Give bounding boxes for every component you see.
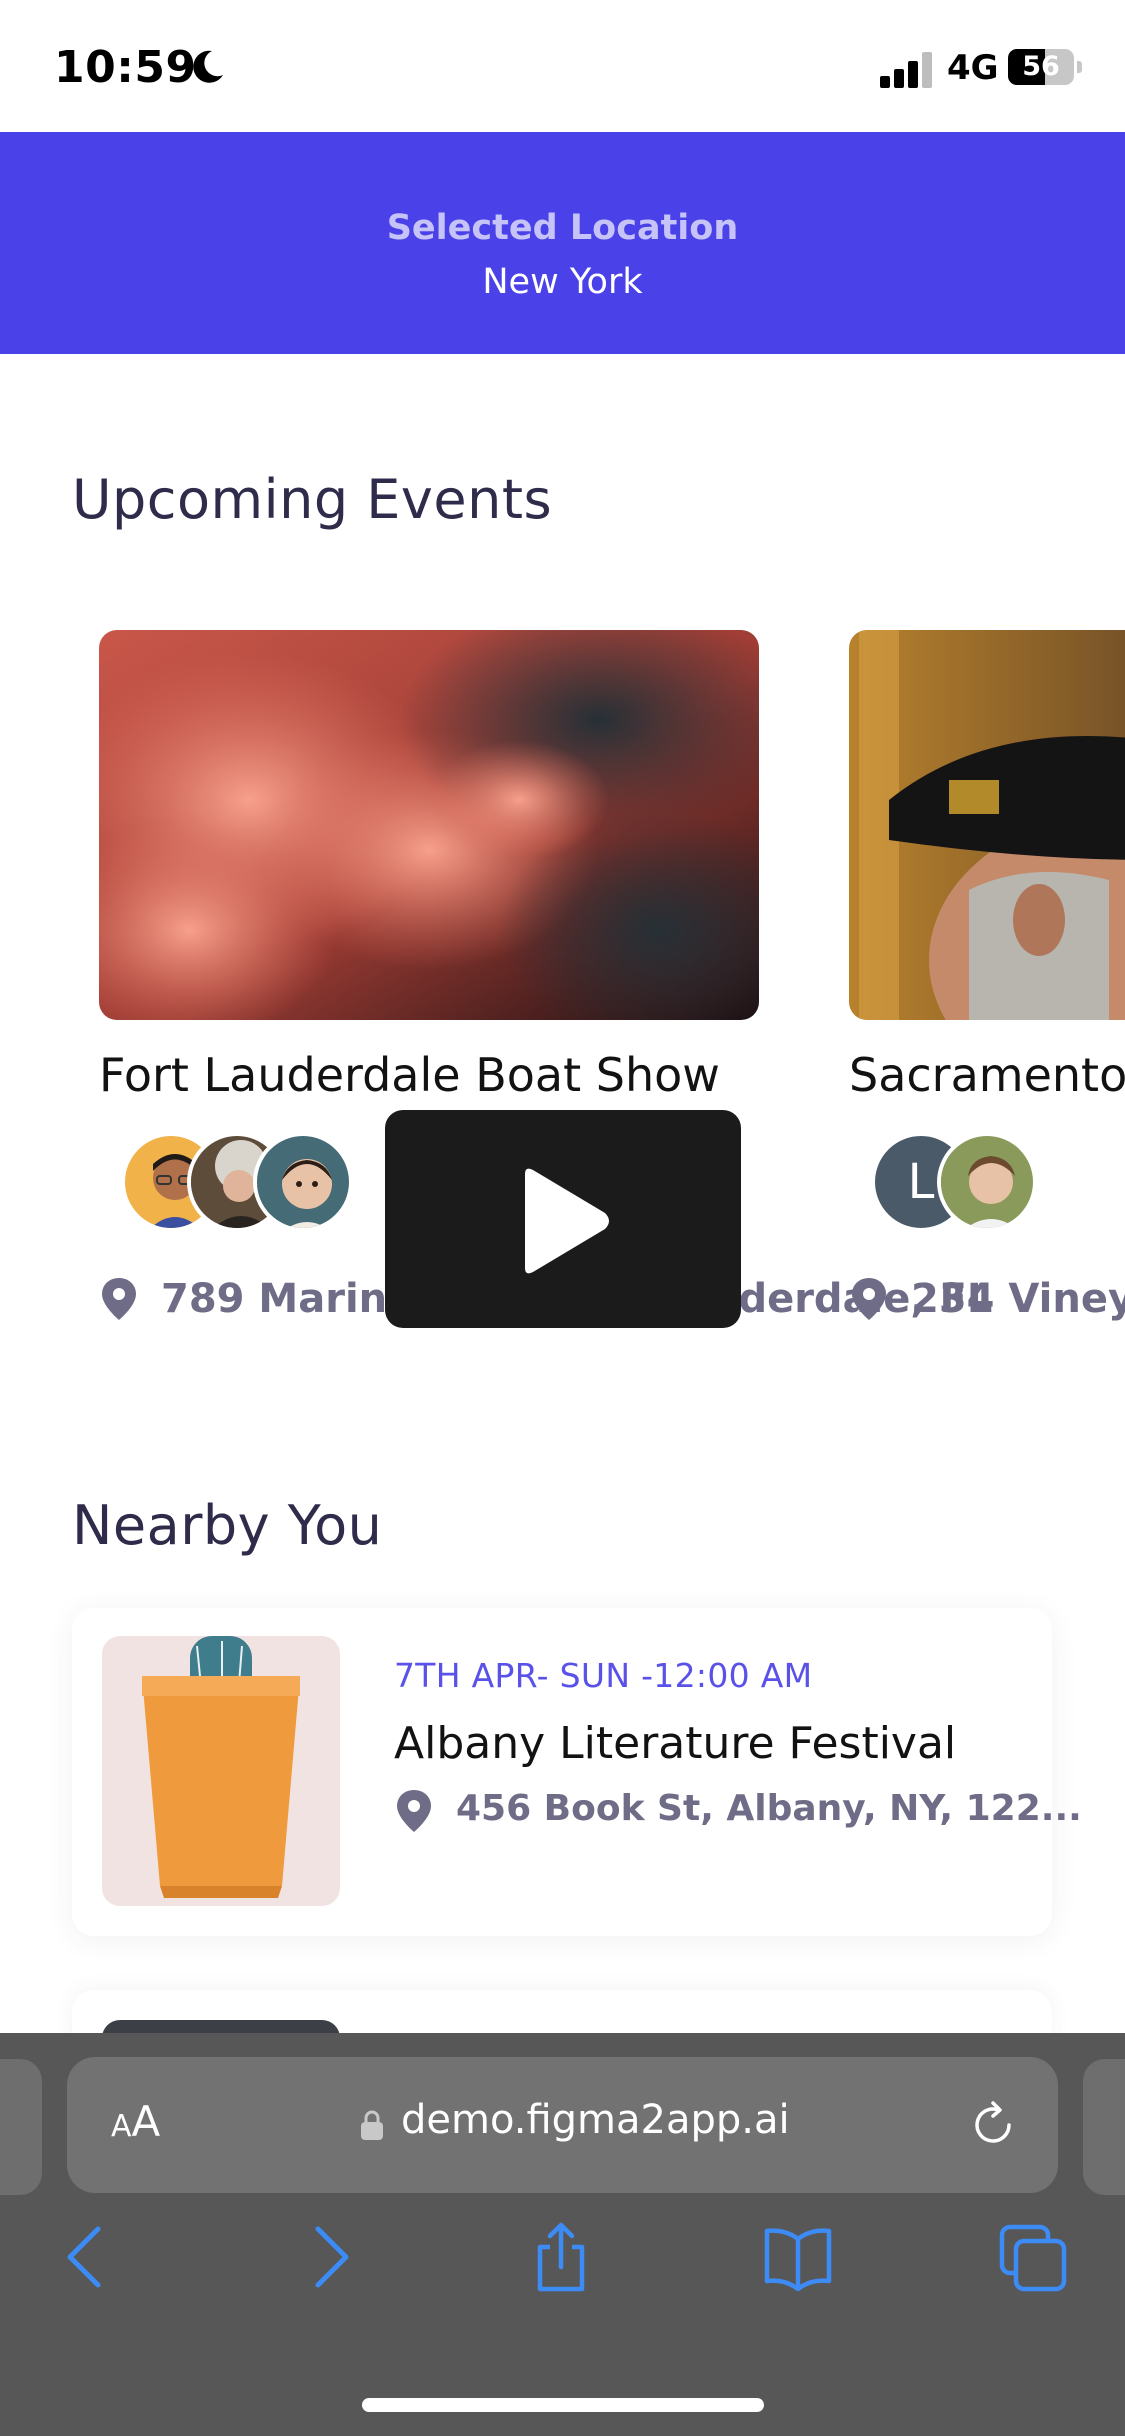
tabs-icon[interactable] xyxy=(998,2221,1068,2293)
event-title[interactable]: Fort Lauderdale Boat Show xyxy=(99,1048,720,1102)
bookmarks-icon[interactable] xyxy=(763,2221,833,2293)
location-pin-icon xyxy=(852,1278,886,1320)
network-type: 4G xyxy=(947,48,999,88)
event-title[interactable]: Sacramento Wine Festival xyxy=(849,1048,1125,1102)
text-size-large-glyph: A xyxy=(131,2097,161,2146)
share-icon[interactable] xyxy=(526,2221,596,2293)
moon-icon xyxy=(193,50,223,83)
event-address: 234 Vineyard Rd, Sacramento, CA xyxy=(911,1276,1125,1322)
battery-icon: 56 xyxy=(1008,49,1074,85)
text-size-button[interactable]: AA xyxy=(111,2097,191,2157)
location-pin-icon xyxy=(397,1790,431,1832)
play-icon xyxy=(525,1168,609,1274)
event-image-man-cap[interactable] xyxy=(849,630,1125,1020)
status-time: 10:59 xyxy=(54,42,197,93)
clouds-photo-icon xyxy=(99,630,759,1020)
battery-nub xyxy=(1077,61,1082,73)
nearby-event-date: 7TH APR- SUN -12:00 AM xyxy=(394,1656,813,1695)
attendee-avatars: L xyxy=(871,1132,1125,1232)
nearby-event-title[interactable]: Albany Literature Festival xyxy=(394,1718,956,1769)
location-label: Selected Location xyxy=(386,208,739,248)
cactus-pot-photo-icon xyxy=(102,1636,340,1906)
man-cap-photo-icon xyxy=(849,630,1125,1020)
lock-icon xyxy=(361,2110,383,2140)
event-image-clouds[interactable] xyxy=(99,630,759,1020)
nearby-event-image xyxy=(102,1636,340,1906)
upcoming-events-title: Upcoming Events xyxy=(72,468,553,531)
nearby-event-card[interactable]: 7TH APR- SUN -12:00 AM Albany Literature… xyxy=(72,1608,1082,1936)
app-screen: 10:59 4G 56 Selected Location New York U… xyxy=(0,0,1125,2436)
forward-icon[interactable] xyxy=(294,2221,364,2293)
nearby-address-row: 456 Book St, Albany, NY, 122... xyxy=(394,1788,1082,1836)
location-value: New York xyxy=(482,262,643,302)
nearby-title: Nearby You xyxy=(72,1494,383,1557)
video-play-overlay[interactable] xyxy=(385,1110,741,1328)
url-text[interactable]: demo.figma2app.ai xyxy=(401,2097,790,2143)
next-tab-peek[interactable] xyxy=(1083,2059,1125,2195)
location-header[interactable]: Selected Location New York xyxy=(0,132,1125,354)
browser-bottom-bar: AA demo.figma2app.ai xyxy=(0,2033,1125,2436)
reload-icon[interactable] xyxy=(967,2099,1019,2151)
avatar-child-icon xyxy=(253,1132,353,1232)
home-indicator xyxy=(362,2398,764,2412)
previous-tab-peek[interactable] xyxy=(0,2059,42,2195)
attendee-avatars xyxy=(121,1132,421,1232)
location-pin-icon xyxy=(102,1278,136,1320)
cellular-signal-icon xyxy=(880,52,932,88)
text-size-small-glyph: A xyxy=(111,2109,132,2144)
nearby-event-address: 456 Book St, Albany, NY, 122... xyxy=(456,1788,1082,1829)
battery-level: 56 xyxy=(1022,51,1060,82)
back-icon[interactable] xyxy=(52,2221,122,2293)
status-bar: 10:59 4G 56 xyxy=(0,0,1125,132)
avatar-young-man-icon xyxy=(937,1132,1037,1232)
event-card[interactable]: Sacramento Wine Festival L 234 Vineyard … xyxy=(849,630,1125,1330)
address-bar[interactable]: AA demo.figma2app.ai xyxy=(67,2057,1058,2193)
